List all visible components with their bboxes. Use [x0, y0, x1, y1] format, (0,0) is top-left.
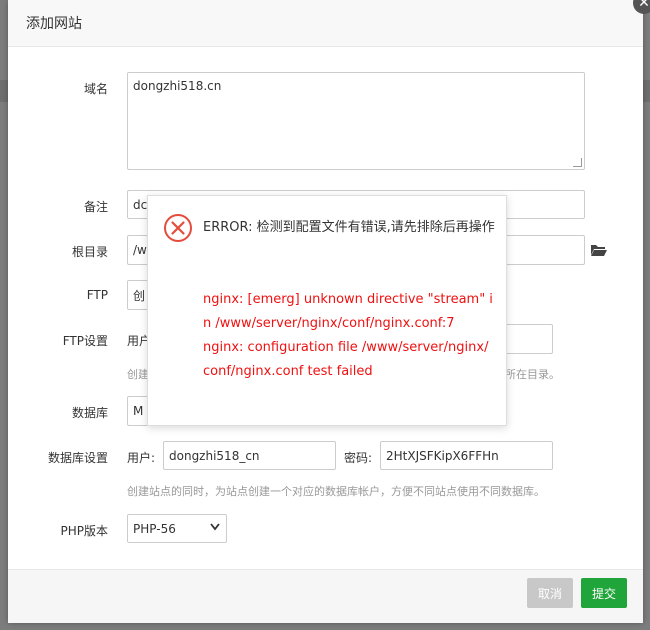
folder-open-icon[interactable] [590, 243, 608, 257]
root-label: 根目录 [71, 245, 108, 259]
db-user-input[interactable]: dongzhi518_cn [163, 441, 336, 470]
database-value: M [133, 404, 144, 418]
php-label: PHP版本 [60, 524, 109, 538]
root-value: /w [133, 243, 147, 257]
remark-value: dc [133, 197, 148, 212]
resize-handle-icon[interactable] [573, 158, 582, 167]
error-detail-line-1: nginx: [emerg] unknown directive "stream… [203, 292, 493, 331]
ftp-settings-label: FTP设置 [62, 334, 108, 348]
db-password-label: 密码: [344, 451, 373, 465]
error-popup: ERROR: 检测到配置文件有错误,请先排除后再操作 nginx: [emerg… [147, 195, 507, 426]
domain-value: dongzhi518.cn [133, 79, 222, 93]
db-user-value: dongzhi518_cn [169, 448, 260, 463]
error-detail-line-2: nginx: configuration file /www/server/ng… [203, 340, 489, 379]
php-version-value: PHP-56 [133, 521, 176, 536]
db-password-value: 2HtXJSFKipX6FFHn [386, 448, 499, 463]
db-settings-label: 数据库设置 [47, 451, 108, 465]
ftp-value: 创 [133, 288, 146, 303]
php-row: PHP版本 PHP-56 [8, 514, 643, 544]
domain-label: 域名 [83, 82, 108, 96]
error-title: ERROR: 检测到配置文件有错误,请先排除后再操作 [203, 220, 495, 235]
submit-button[interactable]: 提交 [581, 578, 627, 608]
php-version-select[interactable]: PHP-56 [127, 514, 227, 543]
dialog-header: 添加网站 [8, 0, 643, 47]
error-detail: nginx: [emerg] unknown directive "stream… [203, 288, 495, 384]
db-user-label: 用户: [127, 451, 156, 465]
database-label: 数据库 [71, 406, 108, 420]
ftp-hint-prefix: 创建 [127, 368, 149, 381]
remark-label: 备注 [83, 200, 108, 214]
dialog-title: 添加网站 [26, 16, 82, 32]
chevron-down-icon [210, 523, 220, 531]
error-circle-x-icon [164, 214, 192, 242]
db-password-input[interactable]: 2HtXJSFKipX6FFHn [380, 441, 553, 470]
domain-row: 域名 dongzhi518.cn [8, 72, 643, 172]
db-hint: 创建站点的同时，为站点创建一个对应的数据库帐户，方便不同站点使用不同数据库。 [127, 485, 545, 498]
db-settings-row: 数据库设置 用户: dongzhi518_cn 密码: 2HtXJSFKipX6… [8, 441, 643, 501]
domain-textarea[interactable]: dongzhi518.cn [127, 72, 585, 170]
cancel-button[interactable]: 取消 [527, 578, 573, 608]
ftp-label: FTP [86, 288, 108, 302]
dialog-footer: 取消 提交 [8, 569, 643, 623]
ftp-hint-suffix: 所在目录。 [505, 368, 560, 381]
